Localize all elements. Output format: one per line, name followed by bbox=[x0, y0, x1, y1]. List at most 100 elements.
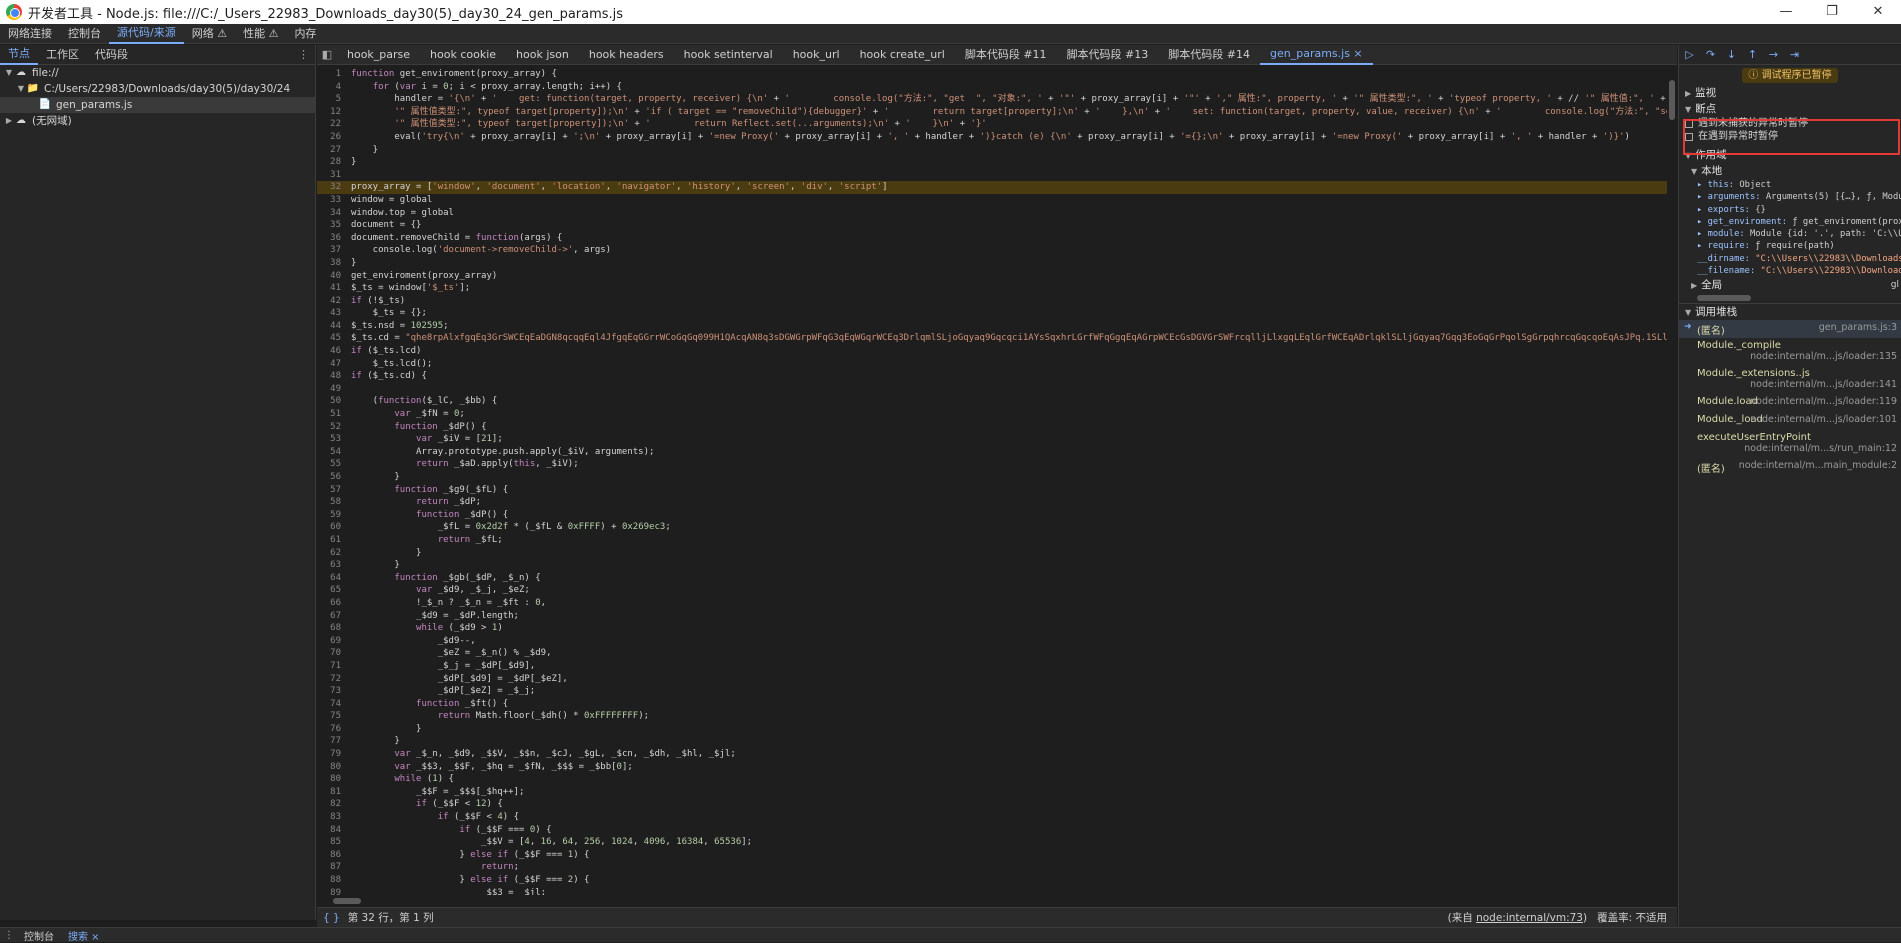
scope-variable[interactable]: __dirname: "C:\\Users\\22983\\Downloads\… bbox=[1679, 253, 1901, 265]
line-number[interactable]: 32 bbox=[317, 181, 351, 194]
close-window-button[interactable]: ✕ bbox=[1855, 0, 1901, 24]
line-number[interactable]: 88 bbox=[317, 874, 351, 887]
drawer-tab-search[interactable]: 搜索 × bbox=[62, 928, 108, 943]
line-number[interactable]: 53 bbox=[317, 433, 351, 446]
line-number[interactable]: 85 bbox=[317, 836, 351, 849]
line-number[interactable]: 57 bbox=[317, 484, 351, 497]
checkbox[interactable] bbox=[1685, 132, 1693, 141]
panel-tab[interactable]: 内存 bbox=[286, 24, 324, 43]
source-origin-link[interactable]: node:internal/vm:73 bbox=[1476, 912, 1583, 924]
tree-arrow-icon[interactable]: ▶ bbox=[4, 113, 14, 129]
line-number[interactable]: 49 bbox=[317, 383, 351, 396]
editor-tab[interactable]: gen_params.js × bbox=[1260, 44, 1373, 65]
panel-tab[interactable]: 源代码/来源 bbox=[109, 23, 184, 44]
line-number[interactable]: 33 bbox=[317, 194, 351, 207]
global-scope-header[interactable]: ▶ 全局 gl bbox=[1679, 277, 1901, 293]
line-number[interactable]: 84 bbox=[317, 824, 351, 837]
local-scope-header[interactable]: ▼ 本地 bbox=[1679, 163, 1901, 179]
panel-tab[interactable]: 网络 ⚠ bbox=[184, 24, 235, 43]
pretty-print-button[interactable]: { } bbox=[323, 912, 340, 924]
editor-tab[interactable]: hook_parse bbox=[337, 45, 420, 64]
navigator-tab[interactable]: 工作区 bbox=[38, 45, 87, 64]
code-editor[interactable]: 1 function get_enviroment(proxy_array) {4… bbox=[317, 66, 1667, 895]
line-number[interactable]: 4 bbox=[317, 81, 351, 94]
scope-variable[interactable]: ▸ module: Module {id: '.', path: 'C:\\Us… bbox=[1679, 228, 1901, 240]
line-number[interactable]: 72 bbox=[317, 673, 351, 686]
tree-item[interactable]: ▼ 📁 C:/Users/22983/Downloads/day30(5)/day3… bbox=[0, 81, 315, 97]
tree-arrow-icon[interactable]: ▼ bbox=[4, 65, 14, 81]
line-number[interactable]: 54 bbox=[317, 446, 351, 459]
line-number[interactable]: 75 bbox=[317, 710, 351, 723]
navigator-tab[interactable]: 代码段 bbox=[87, 45, 136, 64]
breakpoints-section-header[interactable]: ▼ 断点 bbox=[1679, 101, 1901, 117]
navigator-tab[interactable]: 节点 bbox=[0, 44, 38, 65]
line-number[interactable]: 60 bbox=[317, 521, 351, 534]
line-number[interactable]: 36 bbox=[317, 232, 351, 245]
line-number[interactable]: 74 bbox=[317, 698, 351, 711]
toggle-navigator-icon[interactable]: ◧ bbox=[317, 48, 337, 61]
line-number[interactable]: 63 bbox=[317, 559, 351, 572]
line-number[interactable]: 58 bbox=[317, 496, 351, 509]
line-number[interactable]: 31 bbox=[317, 169, 351, 182]
line-number[interactable]: 45 bbox=[317, 332, 351, 345]
step-over-icon[interactable]: ↷ bbox=[1700, 48, 1721, 61]
line-number[interactable]: 71 bbox=[317, 660, 351, 673]
line-number[interactable]: 42 bbox=[317, 295, 351, 308]
editor-tab[interactable]: 脚本代码段 #13 bbox=[1057, 45, 1159, 64]
watch-section-header[interactable]: ▶ 监视 bbox=[1679, 85, 1901, 101]
callstack-section-header[interactable]: ▼ 调用堆栈 bbox=[1679, 304, 1901, 320]
line-number[interactable]: 89 bbox=[317, 887, 351, 895]
line-number[interactable]: 35 bbox=[317, 219, 351, 232]
line-number[interactable]: 5 bbox=[317, 93, 351, 106]
line-number[interactable]: 46 bbox=[317, 345, 351, 358]
line-number[interactable]: 41 bbox=[317, 282, 351, 295]
line-number[interactable]: 82 bbox=[317, 798, 351, 811]
tree-item[interactable]: ▶ ☁ (无网域) bbox=[0, 113, 315, 129]
restore-button[interactable]: ❐ bbox=[1809, 0, 1855, 24]
line-number[interactable]: 43 bbox=[317, 307, 351, 320]
line-number[interactable]: 26 bbox=[317, 131, 351, 144]
line-number[interactable]: 27 bbox=[317, 144, 351, 157]
editor-tab[interactable]: hook json bbox=[506, 45, 579, 64]
tree-item[interactable]: 📄 gen_params.js bbox=[0, 97, 315, 113]
step-out-icon[interactable]: ↑ bbox=[1742, 48, 1763, 61]
step-icon[interactable]: → bbox=[1763, 48, 1784, 61]
line-number[interactable]: 67 bbox=[317, 610, 351, 623]
pause-caught-exceptions-option[interactable]: 在遇到异常时暂停 bbox=[1679, 130, 1901, 143]
editor-tab[interactable]: 脚本代码段 #14 bbox=[1158, 45, 1260, 64]
checkbox[interactable] bbox=[1685, 119, 1693, 128]
line-number[interactable]: 81 bbox=[317, 786, 351, 799]
line-number[interactable]: 76 bbox=[317, 723, 351, 736]
line-number[interactable]: 87 bbox=[317, 861, 351, 874]
scope-variable[interactable]: ▸ this: Object bbox=[1679, 179, 1901, 191]
line-number[interactable]: 40 bbox=[317, 270, 351, 283]
scope-variable[interactable]: ▸ require: ƒ require(path) bbox=[1679, 240, 1901, 252]
line-number[interactable]: 1 bbox=[317, 68, 351, 81]
line-number[interactable]: 56 bbox=[317, 471, 351, 484]
line-number[interactable]: 28 bbox=[317, 156, 351, 169]
tree-item[interactable]: ▼ ☁ file:// bbox=[0, 65, 315, 81]
editor-tab[interactable]: hook setinterval bbox=[674, 45, 783, 64]
minimize-button[interactable]: — bbox=[1763, 0, 1809, 24]
line-number[interactable]: 37 bbox=[317, 244, 351, 257]
panel-tab[interactable]: 网络连接 bbox=[0, 24, 60, 43]
line-number[interactable]: 66 bbox=[317, 597, 351, 610]
callstack-frame[interactable]: Module._compile node:internal/m...js/load… bbox=[1679, 338, 1901, 366]
more-options-icon[interactable]: ⋮ bbox=[298, 48, 309, 61]
line-number[interactable]: 51 bbox=[317, 408, 351, 421]
line-number[interactable]: 59 bbox=[317, 509, 351, 522]
line-number[interactable]: 70 bbox=[317, 647, 351, 660]
line-number[interactable]: 22 bbox=[317, 118, 351, 131]
editor-tab[interactable]: 脚本代码段 #11 bbox=[955, 45, 1057, 64]
line-number[interactable]: 52 bbox=[317, 421, 351, 434]
line-number[interactable]: 48 bbox=[317, 370, 351, 383]
callstack-frame[interactable]: (匿名) node:internal/m...main_module:2 bbox=[1679, 458, 1901, 476]
scope-horizontal-scrollbar[interactable] bbox=[1679, 293, 1901, 303]
callstack-frame[interactable]: Module.load node:internal/m...js/loader:1… bbox=[1679, 394, 1901, 412]
callstack-frame[interactable]: Module._extensions..js node:internal/m...… bbox=[1679, 366, 1901, 394]
line-number[interactable]: 34 bbox=[317, 207, 351, 220]
callstack-frame[interactable]: Module._load node:internal/m...js/loader:… bbox=[1679, 412, 1901, 430]
editor-vertical-scrollbar[interactable] bbox=[1667, 66, 1677, 895]
line-number[interactable]: 79 bbox=[317, 748, 351, 761]
scope-variable[interactable]: ▸ get_enviroment: ƒ get_enviroment(proxy… bbox=[1679, 216, 1901, 228]
